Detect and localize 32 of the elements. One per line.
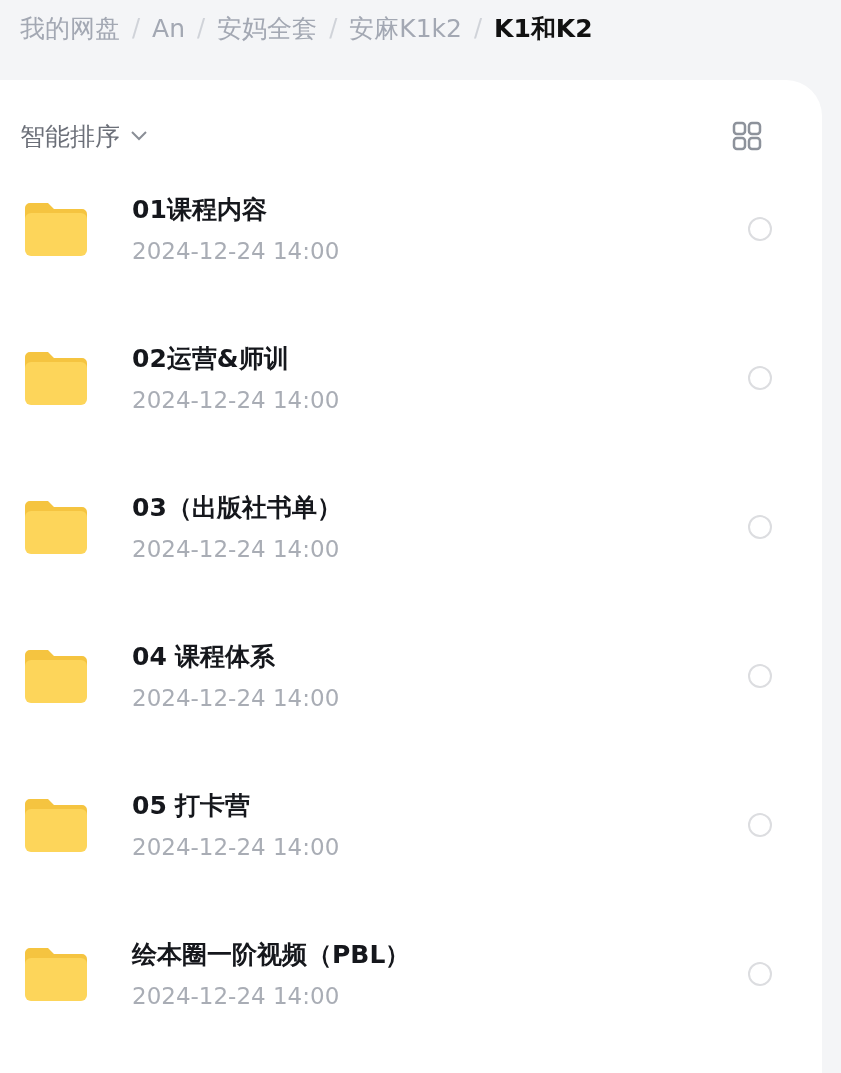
folder-name[interactable]: 绘本圈一阶视频（PBL） [132,938,748,971]
folder-icon [24,796,88,853]
folder-name[interactable]: 05 打卡营 [132,789,748,822]
breadcrumb-item[interactable]: K1和K2 [494,11,593,45]
breadcrumb-separator: / [132,14,141,42]
folder-icon [24,647,88,704]
folder-name[interactable]: 04 课程体系 [132,640,748,673]
folder-icon [24,498,88,555]
folder-icon [24,200,88,257]
folder-name[interactable]: 03（出版社书单） [132,491,748,524]
select-radio[interactable] [748,663,772,688]
grid-view-icon[interactable] [732,121,762,151]
sort-dropdown[interactable]: 智能排序 [20,119,148,153]
select-radio[interactable] [748,812,772,837]
select-radio[interactable] [748,961,772,986]
modified-date: 2024-12-24 14:00 [132,834,341,860]
breadcrumb-separator: / [197,14,206,42]
folder-icon [24,945,88,1002]
select-radio[interactable] [748,216,772,241]
folder-name[interactable]: 02运营&师训 [132,342,748,375]
modified-date: 2024-12-24 14:00 [132,387,341,413]
select-radio[interactable] [748,365,772,390]
select-radio[interactable] [748,514,772,539]
breadcrumb-separator: / [329,14,338,42]
modified-date: 2024-12-24 14:00 [132,238,341,264]
breadcrumb-separator: / [473,14,482,42]
folder-icon [24,349,88,406]
folder-name[interactable]: 01课程内容 [132,193,748,226]
modified-date: 2024-12-24 14:00 [132,983,341,1009]
modified-date: 2024-12-24 14:00 [132,685,341,711]
modified-date: 2024-12-24 14:00 [132,536,341,562]
chevron-down-icon [130,130,148,142]
